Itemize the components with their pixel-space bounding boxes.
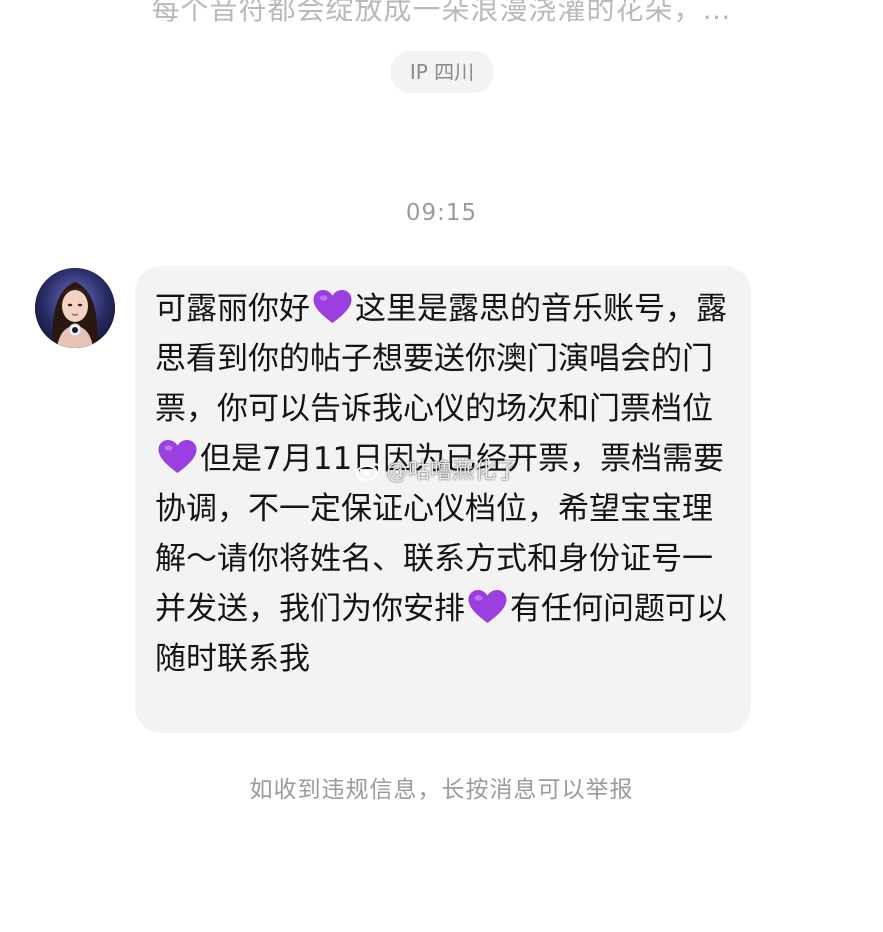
purple-heart-icon (468, 590, 507, 623)
purple-heart-icon (158, 440, 197, 473)
avatar-image (35, 268, 115, 348)
message-bubble[interactable]: 可露丽你好 这里是露思的音乐账号，露思看到你的帖子想要送你澳门演唱会的门票，你可以… (135, 266, 751, 733)
previous-message-text: 每个音符都会绽放成一朵浪漫浇灌的花朵，… (151, 0, 732, 26)
ip-location-badge: IP 四川 (390, 51, 494, 93)
message-greeting: 可露丽你好 (155, 291, 310, 327)
message-text: 可露丽你好 这里是露思的音乐账号，露思看到你的帖子想要送你澳门演唱会的门票，你可以… (155, 284, 731, 684)
sender-avatar[interactable] (35, 268, 115, 348)
purple-heart-icon (313, 290, 352, 323)
report-hint-text: 如收到违规信息，长按消息可以举报 (249, 777, 634, 803)
message-timestamp: 09:15 (405, 200, 478, 226)
